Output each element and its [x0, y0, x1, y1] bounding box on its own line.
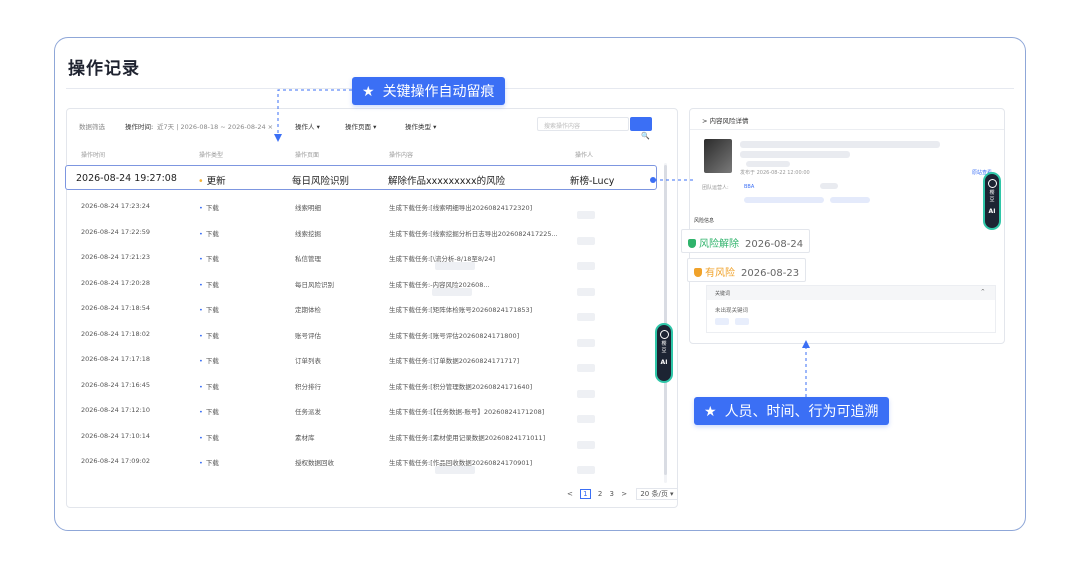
connector-top: [277, 89, 352, 136]
connector-dot: [650, 177, 656, 183]
arrow-head-up: [802, 340, 810, 348]
connector-arrows: [274, 89, 810, 397]
arrow-head-down: [274, 134, 282, 142]
